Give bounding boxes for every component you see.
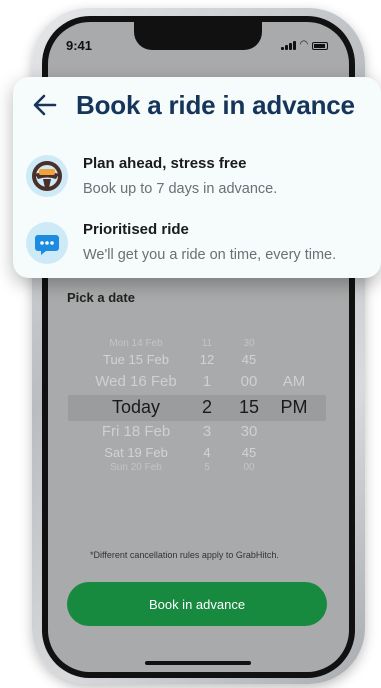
picker-row[interactable]: Tue 15 Feb 12 45 [0, 352, 381, 372]
status-icons: ◠ [281, 39, 329, 50]
arrow-left-icon[interactable] [31, 91, 59, 119]
picker-date: Today [111, 397, 161, 417]
book-in-advance-button[interactable]: Book in advance [67, 582, 327, 626]
picker-minute: 45 [241, 352, 257, 367]
picker-ampm: PM [280, 397, 308, 417]
phone-notch [134, 22, 262, 50]
picker-hour: 4 [203, 445, 211, 460]
picker-hour: 12 [199, 352, 215, 367]
pick-date-label: Pick a date [67, 290, 135, 305]
picker-minute: 30 [240, 423, 258, 440]
picker-hour: 2 [201, 397, 213, 417]
feature-title: Prioritised ride [83, 221, 189, 238]
picker-row[interactable]: Sun 20 Feb 5 00 [0, 462, 381, 482]
picker-minute: 30 [243, 338, 255, 349]
picker-date: Wed 16 Feb [95, 373, 177, 390]
picker-date: Fri 18 Feb [101, 423, 171, 440]
picker-date: Tue 15 Feb [102, 352, 170, 367]
wifi-icon: ◠ [299, 39, 309, 50]
picker-row[interactable]: Fri 18 Feb 3 30 [0, 423, 381, 443]
picker-ampm: AM [282, 373, 306, 390]
home-indicator[interactable] [145, 661, 251, 665]
steering-wheel-icon [26, 155, 68, 197]
picker-date: Sat 19 Feb [104, 445, 168, 460]
picker-minute: 45 [241, 445, 257, 460]
picker-minute: 00 [240, 373, 258, 390]
feature-title: Plan ahead, stress free [83, 155, 247, 172]
picker-row-selected[interactable]: Today 2 15 PM [0, 397, 381, 417]
picker-hour: 3 [202, 423, 212, 440]
chat-bubble-icon [26, 222, 68, 264]
picker-hour: 11 [201, 338, 213, 349]
picker-date: Sun 20 Feb [110, 462, 162, 473]
picker-minute: 15 [238, 397, 260, 417]
signal-icon [281, 41, 296, 50]
picker-row[interactable]: Wed 16 Feb 1 00 AM [0, 373, 381, 393]
popup-title: Book a ride in advance [76, 90, 355, 120]
picker-minute: 00 [243, 462, 255, 473]
picker-hour: 1 [202, 373, 212, 390]
cancellation-note: *Different cancellation rules apply to G… [90, 550, 279, 560]
battery-icon [312, 42, 329, 50]
picker-hour: 5 [204, 462, 210, 473]
picker-date: Mon 14 Feb [109, 338, 163, 349]
feature-description: We'll get you a ride on time, every time… [83, 247, 337, 263]
feature-description: Book up to 7 days in advance. [83, 181, 278, 197]
status-time: 9:41 [66, 38, 93, 53]
